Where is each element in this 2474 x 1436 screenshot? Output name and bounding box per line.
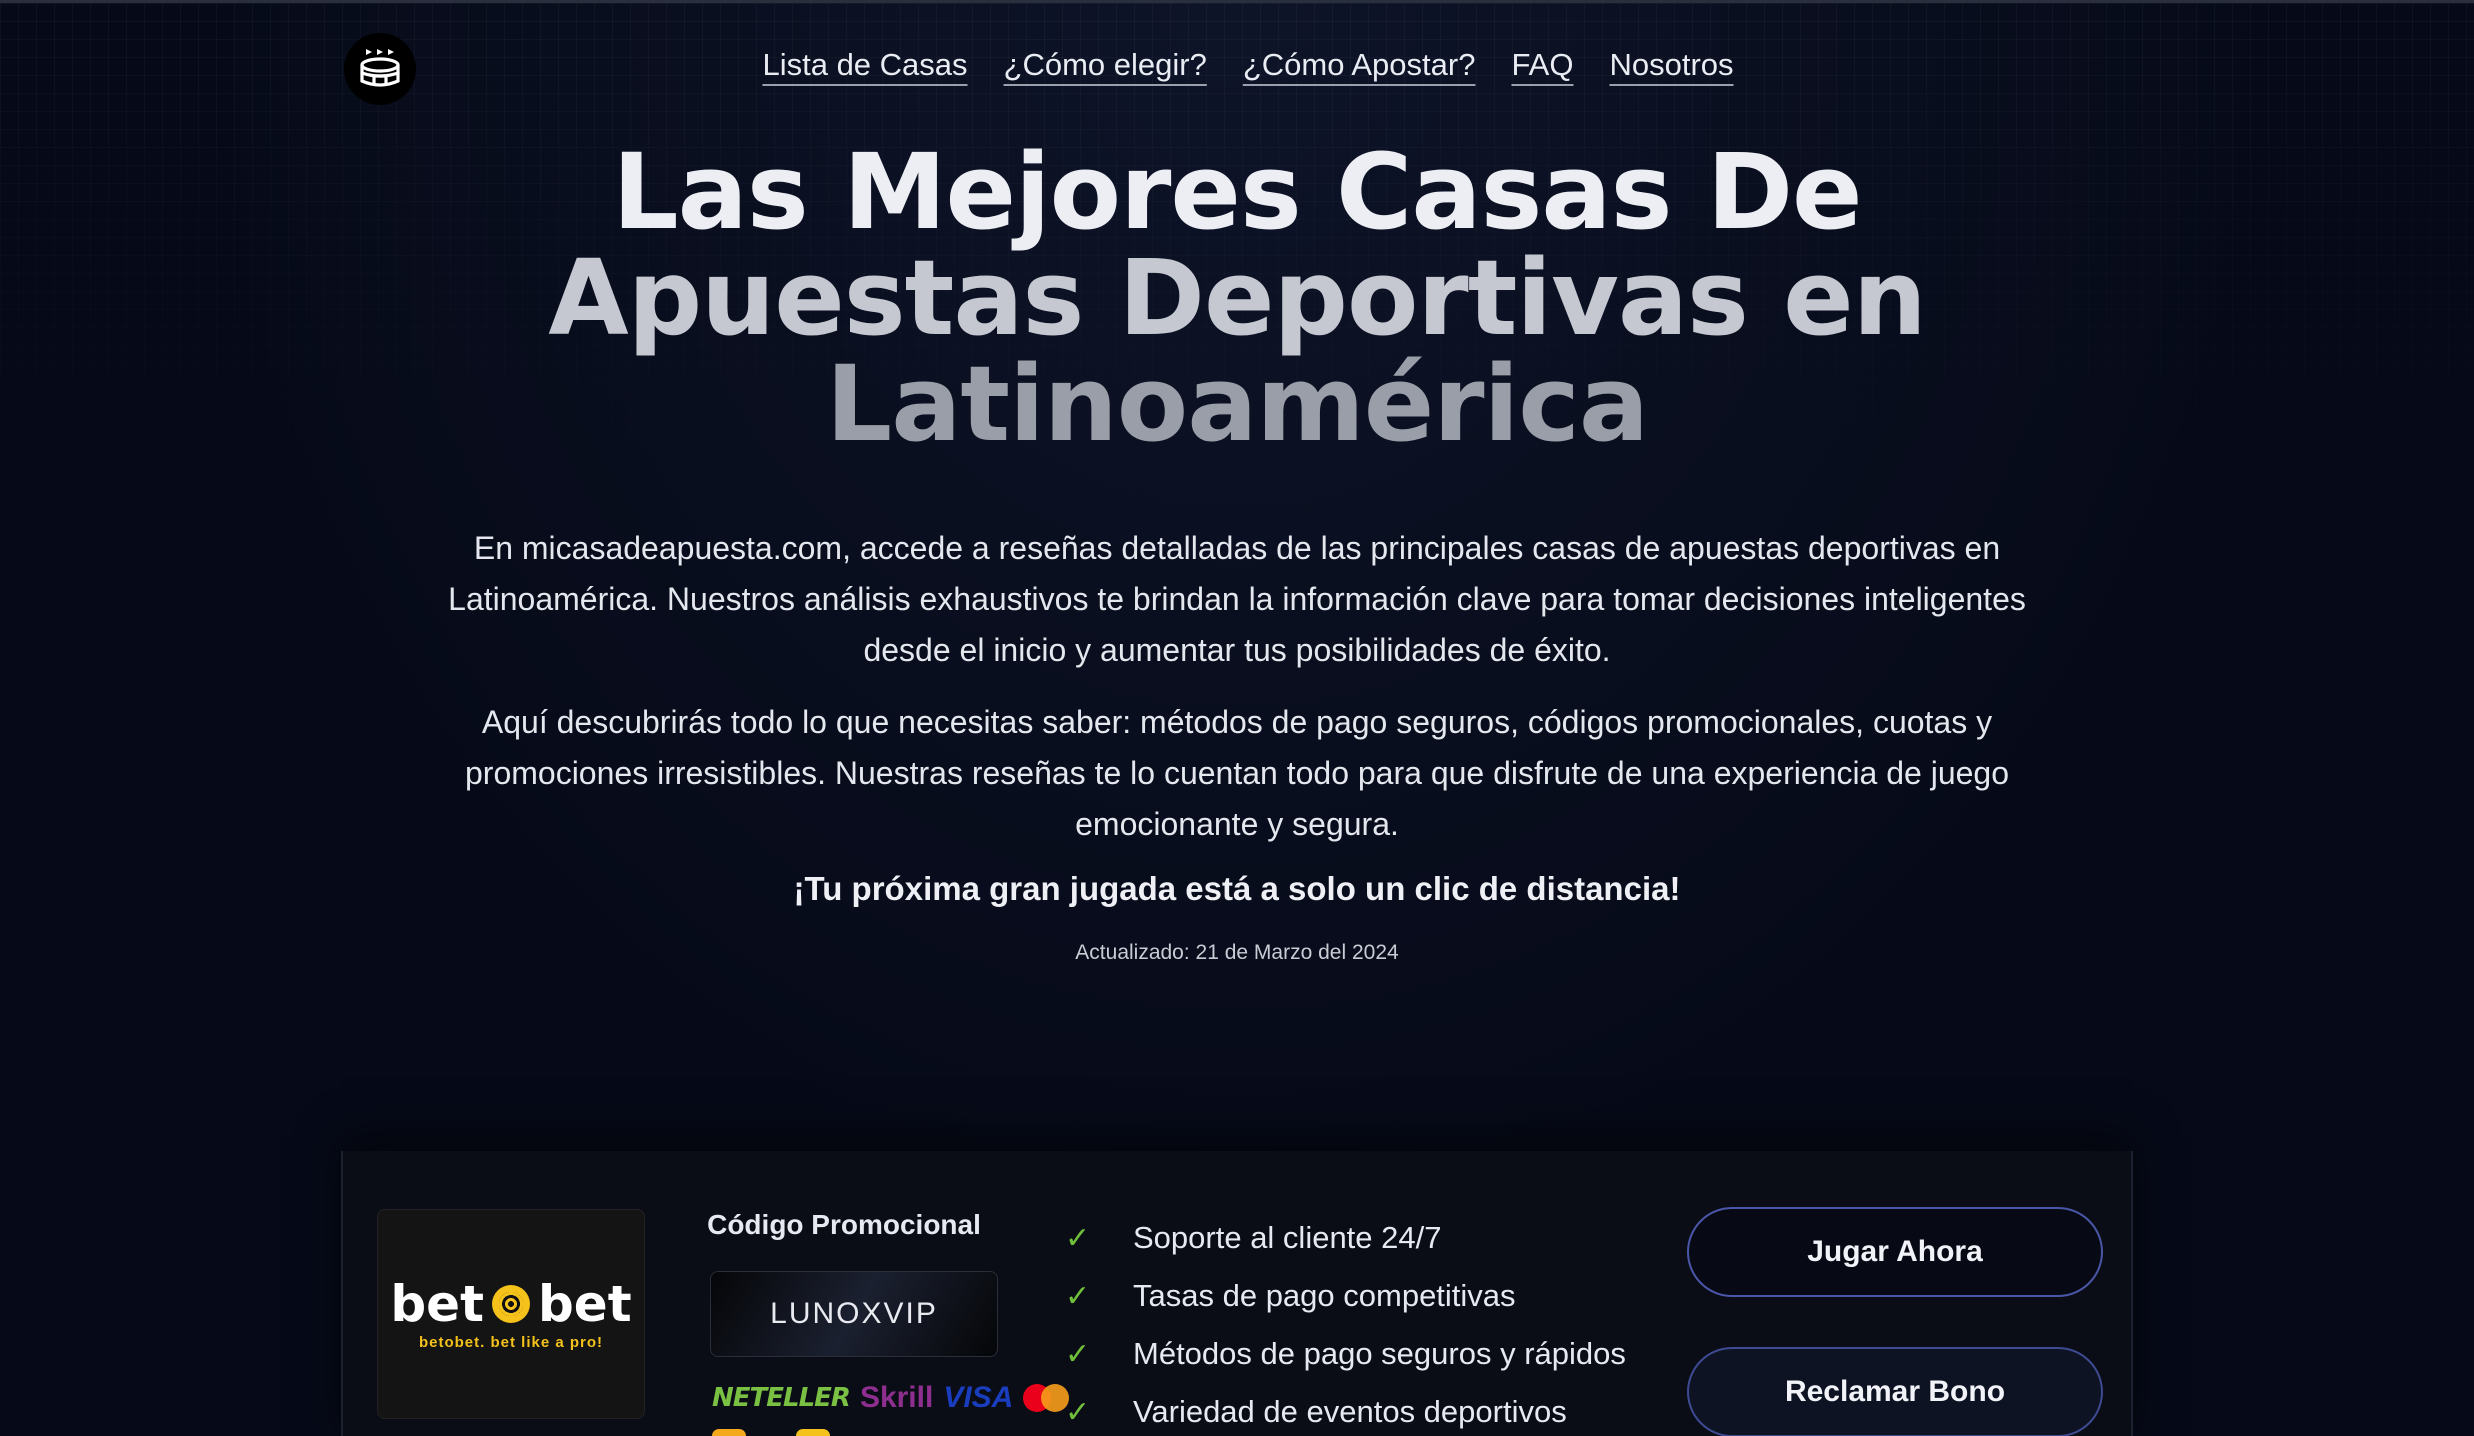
- brand-word-1: bet: [390, 1274, 484, 1333]
- feature-text: Variedad de eventos deportivos: [1133, 1394, 1567, 1429]
- hero-paragraph-2: Aquí descubrirás todo lo que necesitas s…: [464, 704, 2010, 842]
- nav-como-apostar[interactable]: ¿Cómo Apostar?: [1243, 47, 1476, 83]
- brand-tagline: betobet. bet like a pro!: [418, 1333, 604, 1351]
- nav-como-elegir[interactable]: ¿Cómo elegir?: [1004, 47, 1207, 83]
- payment-logo-partial: [796, 1429, 830, 1436]
- promo-code-label: Código Promocional: [707, 1209, 981, 1240]
- mastercard-logo: [1023, 1384, 1070, 1412]
- brand-word-2: bet: [538, 1274, 632, 1333]
- site-header: Lista de Casas ¿Cómo elegir? ¿Cómo Apost…: [0, 3, 2474, 133]
- feature-text: Soporte al cliente 24/7: [1133, 1220, 1442, 1255]
- hero-description: En micasadeapuesta.com, accede a reseñas…: [437, 523, 2037, 871]
- payment-logo-partial: [712, 1429, 746, 1436]
- feature-list: ✓ Soporte al cliente 24/7 ✓ Tasas de pag…: [1065, 1209, 1626, 1436]
- hero-title-line-1: Las Mejores Casas De: [612, 131, 1862, 253]
- visa-logo: VISA: [943, 1381, 1014, 1414]
- hero-title-line-3: Latinoamérica: [825, 343, 1649, 465]
- promo-code-box[interactable]: LUNOXVIP: [710, 1271, 998, 1357]
- check-icon: ✓: [1065, 1221, 1091, 1255]
- payment-methods: NETELLER Skrill VISA: [712, 1381, 1070, 1415]
- soccer-ball-icon: [492, 1284, 530, 1323]
- nav-lista-de-casas[interactable]: Lista de Casas: [762, 47, 967, 83]
- feature-text: Métodos de pago seguros y rápidos: [1133, 1336, 1626, 1371]
- brand-logo[interactable]: bet bet betobet. bet like a pro!: [377, 1209, 645, 1419]
- hero-paragraph-1: En micasadeapuesta.com, accede a reseñas…: [448, 530, 2026, 668]
- check-icon: ✓: [1065, 1395, 1091, 1429]
- feature-item: ✓ Métodos de pago seguros y rápidos: [1065, 1325, 1626, 1383]
- main-nav: Lista de Casas ¿Cómo elegir? ¿Cómo Apost…: [0, 47, 2474, 83]
- hero-title: Las Mejores Casas De Apuestas Deportivas…: [0, 139, 2474, 457]
- updated-date: Actualizado: 21 de Marzo del 2024: [1075, 941, 1399, 964]
- nav-faq[interactable]: FAQ: [1511, 47, 1573, 83]
- page: Lista de Casas ¿Cómo elegir? ¿Cómo Apost…: [0, 0, 2474, 1436]
- check-icon: ✓: [1065, 1337, 1091, 1371]
- hero-cta-text: ¡Tu próxima gran jugada está a solo un c…: [793, 870, 1681, 907]
- hero-title-line-2: Apuestas Deportivas en: [548, 237, 1926, 359]
- feature-item: ✓ Soporte al cliente 24/7: [1065, 1209, 1626, 1267]
- feature-item: ✓ Tasas de pago competitivas: [1065, 1267, 1626, 1325]
- check-icon: ✓: [1065, 1279, 1091, 1313]
- play-now-button[interactable]: Jugar Ahora: [1687, 1207, 2103, 1297]
- more-payment-logos: [712, 1429, 830, 1436]
- bookmaker-card: bet bet betobet. bet like a pro! Código …: [341, 1151, 2133, 1436]
- feature-item: ✓ Variedad de eventos deportivos: [1065, 1383, 1626, 1436]
- nav-nosotros[interactable]: Nosotros: [1609, 47, 1733, 83]
- neteller-logo: NETELLER: [712, 1383, 851, 1413]
- feature-text: Tasas de pago competitivas: [1133, 1278, 1516, 1313]
- claim-bonus-button[interactable]: Reclamar Bono: [1687, 1347, 2103, 1436]
- skrill-logo: Skrill: [859, 1381, 934, 1414]
- brand-wordmark: bet bet: [390, 1278, 631, 1330]
